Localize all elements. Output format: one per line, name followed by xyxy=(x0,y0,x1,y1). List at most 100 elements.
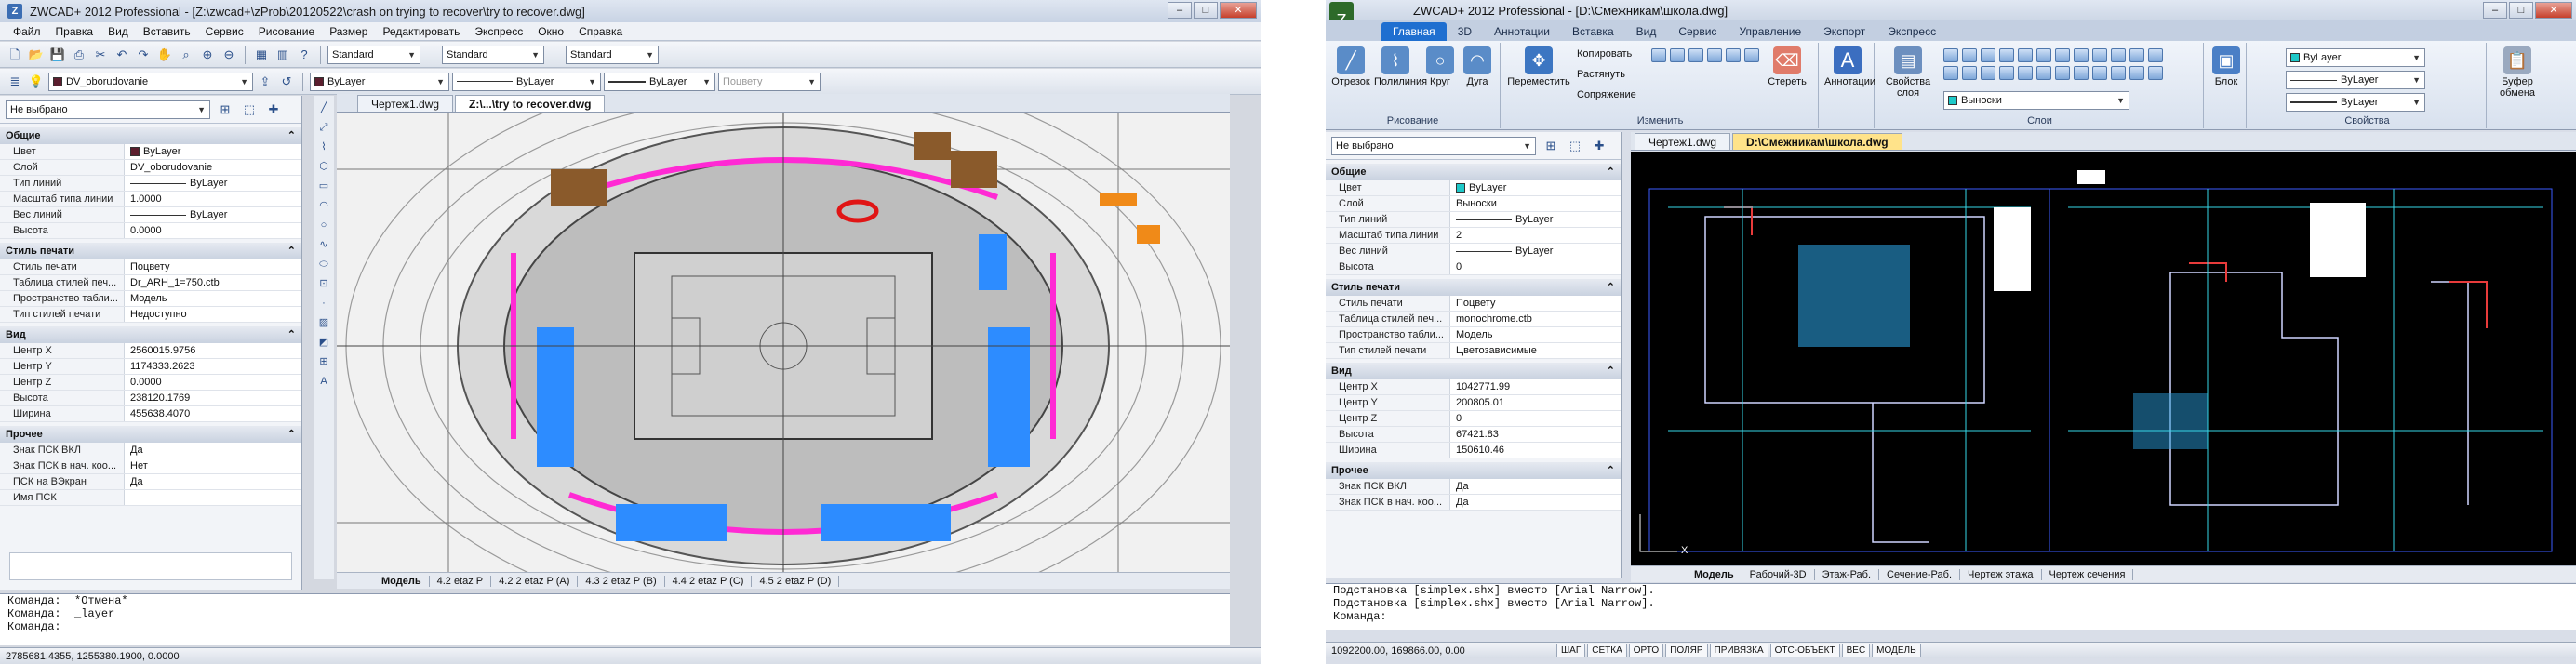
section-header-view[interactable]: Вид ⌃ xyxy=(0,326,301,343)
lineweight-combo-right[interactable]: ByLayer ▼ xyxy=(2286,93,2425,112)
section-header-general[interactable]: Общие ⌃ xyxy=(0,127,301,144)
layout-tab-3[interactable]: Сечение-Раб. xyxy=(1879,568,1961,580)
ribbon-tab-0[interactable]: Главная xyxy=(1381,22,1447,41)
trim-icon[interactable] xyxy=(1744,48,1759,62)
layout-tab-2[interactable]: Этаж-Раб. xyxy=(1815,568,1880,580)
collapse-icon[interactable]: ⌃ xyxy=(287,426,296,443)
layer-tool-24-icon[interactable] xyxy=(2148,66,2163,80)
property-row[interactable]: Центр Y 1174333.2623 xyxy=(0,359,301,375)
layer-tool-21-icon[interactable] xyxy=(2092,66,2107,80)
region-icon[interactable]: ◩ xyxy=(315,334,332,351)
layer-manager-icon[interactable]: ≣ xyxy=(6,73,24,91)
status-toggle-7[interactable]: МОДЕЛЬ xyxy=(1872,644,1921,657)
status-toggle-3[interactable]: ПОЛЯР xyxy=(1665,644,1708,657)
property-value[interactable]: 150610.46 xyxy=(1450,443,1621,458)
selection-combo-right[interactable]: Не выбрано ▼ xyxy=(1331,136,1536,155)
property-row[interactable]: Центр Z 0.0000 xyxy=(0,375,301,391)
section-header-misc[interactable]: Прочее ⌃ xyxy=(1326,462,1621,479)
annotation-button[interactable]: A Аннотации xyxy=(1824,46,1875,87)
collapse-icon[interactable]: ⌃ xyxy=(1607,462,1615,479)
maximize-button[interactable]: □ xyxy=(1194,2,1218,19)
layer-tool-4-icon[interactable] xyxy=(1999,48,2014,62)
selection-combo[interactable]: Не выбрано ▼ xyxy=(6,100,210,119)
ribbon-tab-7[interactable]: Экспорт xyxy=(1812,22,1876,41)
circle-icon[interactable]: ○ xyxy=(315,217,332,233)
layer-tool-16-icon[interactable] xyxy=(1999,66,2014,80)
layout-tab-1[interactable]: 4.2 etaz P xyxy=(430,575,492,587)
command-prompt[interactable]: Команда: xyxy=(0,620,1230,633)
collapse-icon[interactable]: ⌃ xyxy=(1607,164,1615,180)
menu-item-9[interactable]: Окно xyxy=(530,25,571,38)
menu-item-10[interactable]: Справка xyxy=(571,25,630,38)
property-value[interactable]: 1042771.99 xyxy=(1450,379,1621,394)
redo-icon[interactable]: ↷ xyxy=(134,46,153,64)
ribbon-tab-1[interactable]: 3D xyxy=(1447,22,1483,41)
property-row[interactable]: Тип стилей печати Цветозависимые xyxy=(1326,343,1621,359)
property-row[interactable]: Ширина 455638.4070 xyxy=(0,406,301,422)
property-row[interactable]: Масштаб типа линии 1.0000 xyxy=(0,192,301,207)
menu-item-3[interactable]: Вставить xyxy=(136,25,198,38)
status-toggle-0[interactable]: ШАГ xyxy=(1556,644,1586,657)
select-objects-icon-right[interactable]: ⬚ xyxy=(1566,137,1584,155)
rotate-icon[interactable] xyxy=(1707,48,1722,62)
property-row[interactable]: Вес линий ByLayer xyxy=(1326,244,1621,259)
property-value[interactable]: Модель xyxy=(125,291,301,306)
property-value[interactable]: 200805.01 xyxy=(1450,395,1621,410)
property-row[interactable]: Центр Z 0 xyxy=(1326,411,1621,427)
help-icon[interactable]: ? xyxy=(295,46,314,64)
section-header-plot[interactable]: Стиль печати ⌃ xyxy=(1326,279,1621,296)
quick-select-icon[interactable]: ⊞ xyxy=(216,100,234,119)
section-header-misc[interactable]: Прочее ⌃ xyxy=(0,426,301,443)
stretch-button[interactable]: Растянуть xyxy=(1577,69,1625,80)
layer-tool-12-icon[interactable] xyxy=(2148,48,2163,62)
design-center-icon[interactable]: ▥ xyxy=(274,46,292,64)
zoom-prev-icon[interactable]: ⊖ xyxy=(220,46,238,64)
layer-prev-icon[interactable]: ↺ xyxy=(277,73,296,91)
print-icon[interactable]: ⎙ xyxy=(70,46,88,64)
layer-tool-19-icon[interactable] xyxy=(2055,66,2070,80)
plot-style-combo[interactable]: Поцвету ▼ xyxy=(718,72,821,91)
mtext-icon[interactable]: A xyxy=(315,373,332,390)
layout-tab-5[interactable]: Чертеж сечения xyxy=(2042,568,2134,580)
doc-tab-drawing1[interactable]: Чертеж1.dwg xyxy=(357,95,454,112)
minimize-button[interactable]: – xyxy=(1168,2,1192,19)
property-value[interactable]: 1.0000 xyxy=(125,192,301,206)
ribbon-tab-2[interactable]: Аннотации xyxy=(1483,22,1561,41)
spline-icon[interactable]: ∿ xyxy=(315,236,332,253)
status-toggle-6[interactable]: ВЕС xyxy=(1841,644,1871,657)
ribbon-tab-3[interactable]: Вставка xyxy=(1561,22,1625,41)
select-objects-icon[interactable]: ⬚ xyxy=(240,100,259,119)
property-row[interactable]: Масштаб типа линии 2 xyxy=(1326,228,1621,244)
undo-icon[interactable]: ↶ xyxy=(113,46,131,64)
property-value[interactable]: ByLayer xyxy=(1450,212,1621,227)
polyline-button[interactable]: ⌇ Полилиния xyxy=(1374,46,1427,87)
property-row[interactable]: Знак ПСК в нач. коо... Нет xyxy=(0,458,301,474)
layer-tool-15-icon[interactable] xyxy=(1981,66,1995,80)
doc-tab-try-to-recover[interactable]: Z:\...\try to recover.dwg xyxy=(455,95,606,112)
property-value[interactable]: 0 xyxy=(1450,411,1621,426)
property-row[interactable]: Тип линий ByLayer xyxy=(1326,212,1621,228)
property-value[interactable]: Да xyxy=(125,443,301,458)
cut-icon[interactable]: ✂ xyxy=(91,46,110,64)
property-row[interactable]: Высота 238120.1769 xyxy=(0,391,301,406)
property-row[interactable]: Цвет ByLayer xyxy=(1326,180,1621,196)
lineweight-combo[interactable]: ByLayer ▼ xyxy=(604,72,715,91)
arc-icon[interactable]: ◠ xyxy=(315,197,332,214)
layer-tool-5-icon[interactable] xyxy=(2018,48,2033,62)
property-row[interactable]: Тип линий ByLayer xyxy=(0,176,301,192)
linetype-combo[interactable]: ByLayer ▼ xyxy=(452,72,601,91)
offset-icon[interactable] xyxy=(1670,48,1685,62)
layer-combo-right[interactable]: Выноски ▼ xyxy=(1943,91,2129,110)
collapse-icon[interactable]: ⌃ xyxy=(287,243,296,259)
properties-icon[interactable]: ▦ xyxy=(252,46,271,64)
property-value[interactable] xyxy=(125,490,301,505)
layer-tool-11-icon[interactable] xyxy=(2129,48,2144,62)
property-value[interactable]: ByLayer xyxy=(1450,180,1621,195)
layer-tool-13-icon[interactable] xyxy=(1943,66,1958,80)
property-value[interactable]: ByLayer xyxy=(1450,244,1621,259)
property-value[interactable]: 1174333.2623 xyxy=(125,359,301,374)
hatch-icon[interactable]: ▨ xyxy=(315,314,332,331)
property-row[interactable]: Стиль печати Поцвету xyxy=(1326,296,1621,312)
pickadd-icon[interactable]: ✚ xyxy=(264,100,283,119)
pan-icon[interactable]: ✋ xyxy=(155,46,174,64)
